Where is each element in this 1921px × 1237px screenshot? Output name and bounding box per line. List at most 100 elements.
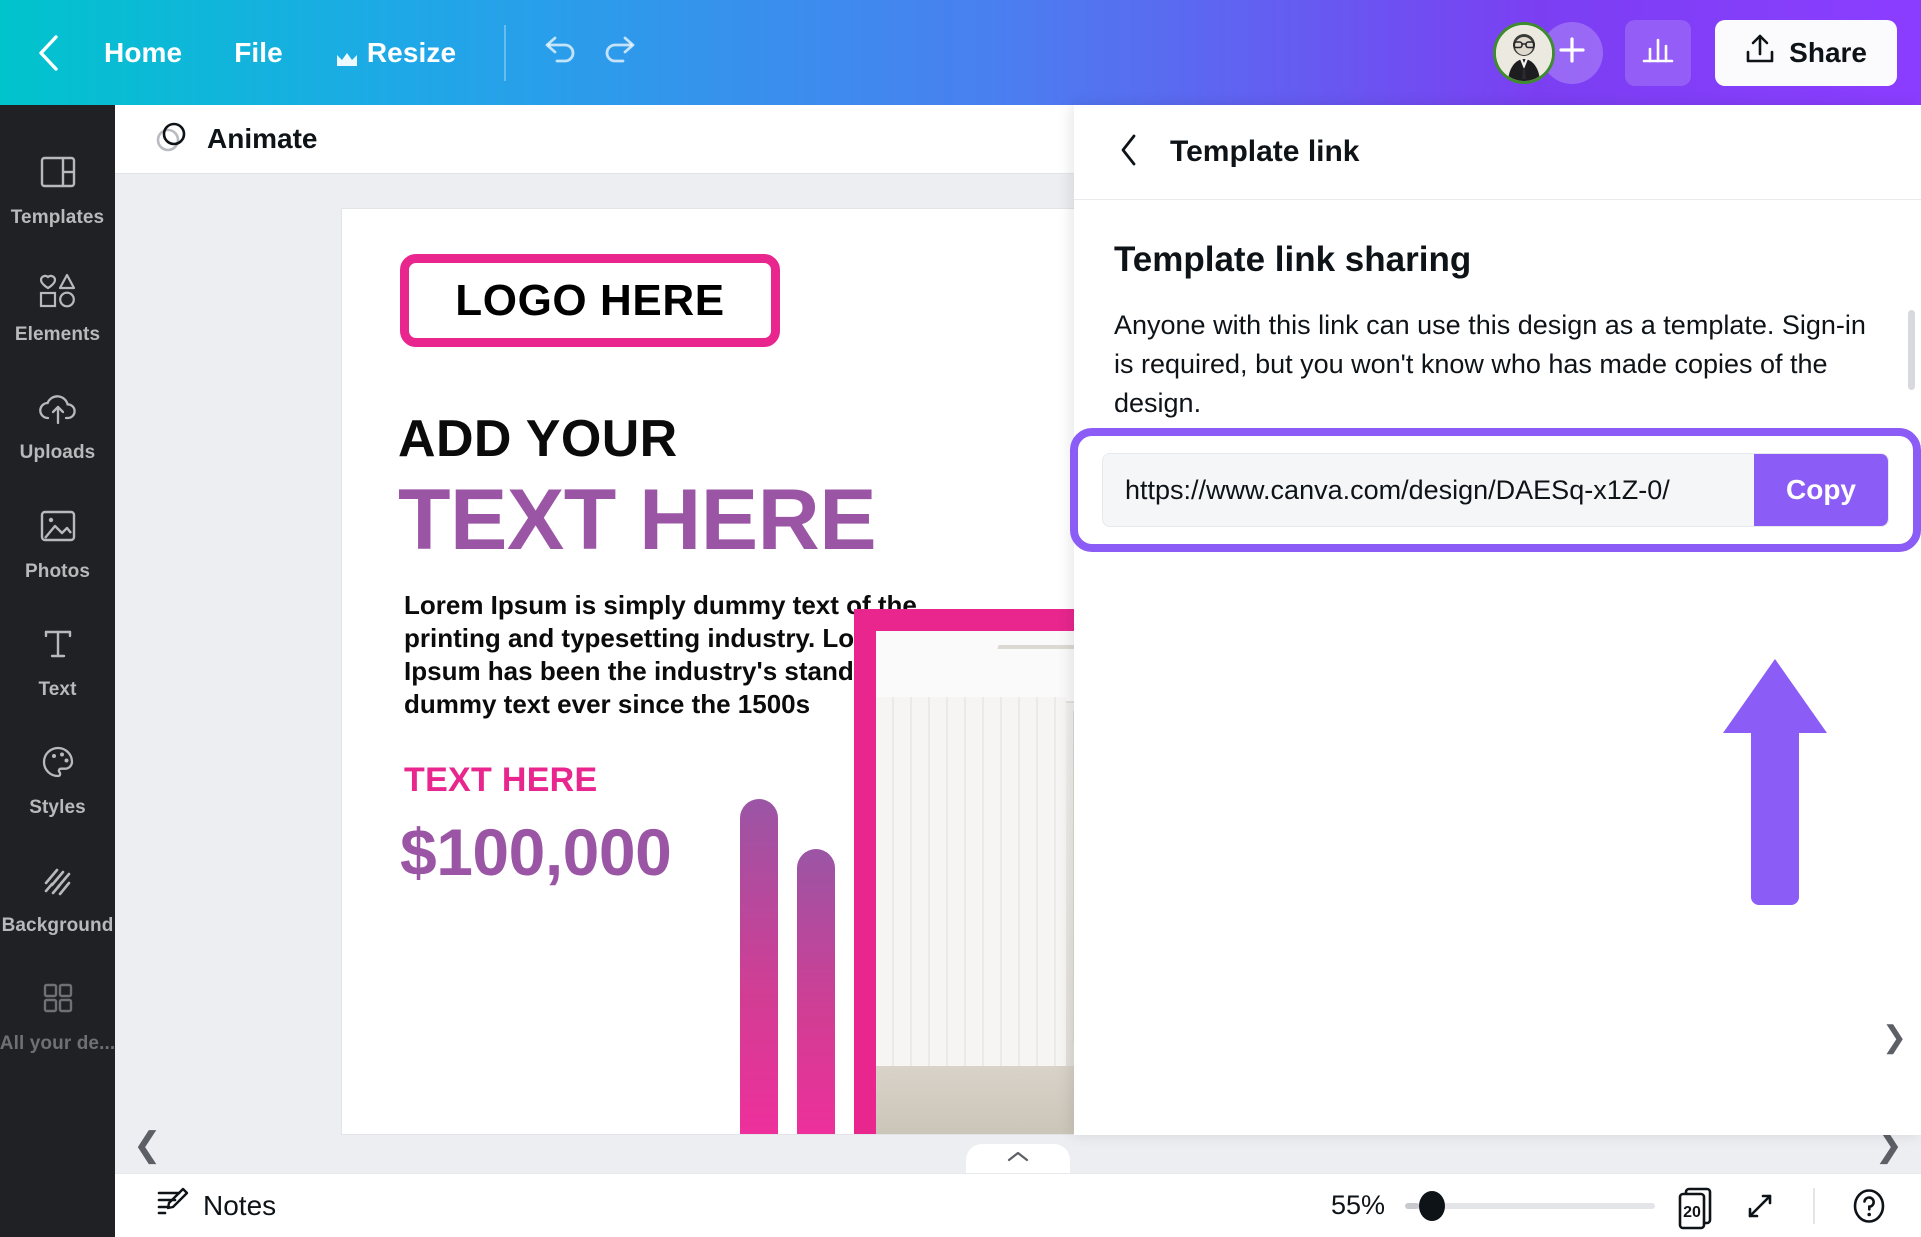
undo-icon [539, 33, 579, 72]
chart-bar-1[interactable] [740, 799, 778, 1134]
upload-icon [1745, 33, 1775, 72]
redo-icon [601, 33, 641, 72]
heading-line-1[interactable]: ADD YOUR [398, 409, 678, 469]
share-label: Share [1789, 36, 1867, 68]
crown-icon [335, 44, 357, 66]
panel-scrollbar[interactable] [1908, 310, 1915, 390]
sidebar-label-styles: Styles [29, 797, 86, 818]
panel-body: Template link sharing Anyone with this l… [1074, 200, 1921, 423]
sidebar-label-uploads: Uploads [19, 442, 96, 463]
palette-icon [37, 741, 79, 788]
grid-squares-icon [37, 977, 79, 1024]
zoom-level-label: 55% [1330, 1190, 1385, 1220]
chevron-left-icon [1118, 133, 1140, 172]
bottom-bar: Notes 55% 20 [115, 1173, 1921, 1237]
sidebar-item-styles[interactable]: Styles [0, 721, 115, 839]
pages-icon: 20 [1678, 1187, 1712, 1229]
pointer-arrow-up [1715, 655, 1835, 905]
zoom-controls: 55% 20 [1309, 1182, 1891, 1230]
plus-icon [1557, 35, 1587, 70]
panel-description: Anyone with this link can use this desig… [1114, 310, 1866, 419]
hatch-pattern-icon [37, 859, 79, 906]
fullscreen-button[interactable] [1739, 1185, 1781, 1227]
avatar[interactable] [1493, 21, 1556, 84]
insights-button[interactable] [1625, 19, 1692, 86]
sidebar-label-all-your-designs: All your de... [0, 1033, 115, 1054]
notes-label: Notes [203, 1189, 277, 1221]
user-avatar-icon [1496, 24, 1553, 81]
animate-button[interactable]: Animate [137, 109, 333, 170]
template-link-panel: Template link Template link sharing Anyo… [1074, 105, 1921, 1135]
back-button[interactable] [30, 34, 68, 72]
resize-menu-item[interactable]: Resize [309, 27, 482, 79]
share-button[interactable]: Share [1715, 19, 1897, 86]
sidebar-item-text[interactable]: Text [0, 603, 115, 721]
price-text[interactable]: $100,000 [400, 814, 672, 890]
help-circle-icon [1853, 1188, 1885, 1223]
image-icon [37, 505, 79, 552]
panel-title: Template link [1170, 135, 1360, 168]
templates-icon [37, 151, 79, 198]
notes-pencil-icon [155, 1185, 189, 1226]
home-label: Home [104, 36, 183, 68]
page-count-button[interactable]: 20 [1675, 1182, 1719, 1230]
panel-header: Template link [1074, 105, 1921, 200]
text-t-icon [37, 623, 79, 670]
panel-heading: Template link sharing [1114, 240, 1472, 279]
help-button[interactable] [1847, 1184, 1891, 1228]
sidebar-item-background[interactable]: Background [0, 839, 115, 957]
chart-bar-2[interactable] [797, 849, 835, 1134]
sidebar-label-text: Text [38, 679, 77, 700]
arrow-up-icon [1723, 659, 1827, 905]
bar-chart-icon [1640, 33, 1676, 72]
zoom-slider[interactable] [1405, 1190, 1655, 1221]
logo-placeholder[interactable]: LOGO HERE [400, 254, 780, 347]
animate-label: Animate [207, 123, 318, 154]
panel-collapse-button[interactable]: ❯ [1882, 1020, 1907, 1055]
redo-button[interactable] [590, 22, 652, 84]
template-link-highlight: https://www.canva.com/design/DAESq-x1Z-0… [1070, 428, 1921, 552]
photo-left-wall [876, 697, 1066, 1091]
canvas-scroll-left-button[interactable]: ❮ [133, 1128, 162, 1162]
panel-expand-handle[interactable] [966, 1144, 1070, 1174]
subheading-text[interactable]: TEXT HERE [404, 761, 598, 800]
header-left-group: Home File Resize [0, 0, 652, 105]
notes-button[interactable]: Notes [145, 1179, 286, 1232]
sidebar-item-elements[interactable]: Elements [0, 249, 115, 367]
file-label: File [234, 36, 283, 68]
canva-editor-window: Home File Resize Share Templates Element… [0, 0, 1921, 1237]
undo-button[interactable] [528, 22, 590, 84]
zoom-slider-knob[interactable] [1419, 1190, 1445, 1221]
panel-back-button[interactable] [1112, 133, 1146, 172]
resize-label: Resize [366, 36, 457, 68]
sidebar-label-templates: Templates [10, 207, 105, 228]
heading-line-2[interactable]: TEXT HERE [398, 477, 877, 563]
copy-label: Copy [1786, 474, 1856, 505]
top-header: Home File Resize Share [0, 0, 1921, 105]
sidebar-item-photos[interactable]: Photos [0, 485, 115, 603]
zoom-slider-track [1415, 1202, 1655, 1209]
chevron-left-icon [36, 33, 62, 73]
logo-text: LOGO HERE [455, 275, 725, 325]
header-divider [504, 24, 507, 81]
template-link-field[interactable]: https://www.canva.com/design/DAESq-x1Z-0… [1102, 453, 1889, 527]
home-menu-item[interactable]: Home [78, 27, 208, 79]
zoom-slider-track-filled [1405, 1202, 1419, 1209]
header-right-group: Share [1493, 19, 1921, 86]
animate-circles-icon [153, 117, 191, 162]
cloud-upload-icon [36, 388, 80, 433]
bottom-bar-divider [1813, 1187, 1815, 1224]
sidebar-item-templates[interactable]: Templates [0, 131, 115, 249]
sidebar-label-elements: Elements [14, 324, 101, 345]
sidebar-label-background: Background [1, 915, 114, 936]
sidebar-item-all-your-designs[interactable]: All your de... [0, 957, 115, 1075]
sidebar-item-uploads[interactable]: Uploads [0, 367, 115, 485]
left-sidebar: Templates Elements Uploads Photos Text S… [0, 105, 115, 1237]
file-menu-item[interactable]: File [208, 27, 309, 79]
chevron-up-icon [1005, 1149, 1031, 1170]
sidebar-label-photos: Photos [25, 561, 90, 582]
expand-arrows-icon [1748, 1194, 1772, 1217]
elements-icon [36, 270, 80, 315]
copy-link-button[interactable]: Copy [1754, 454, 1888, 526]
template-link-url[interactable]: https://www.canva.com/design/DAESq-x1Z-0… [1103, 475, 1754, 506]
